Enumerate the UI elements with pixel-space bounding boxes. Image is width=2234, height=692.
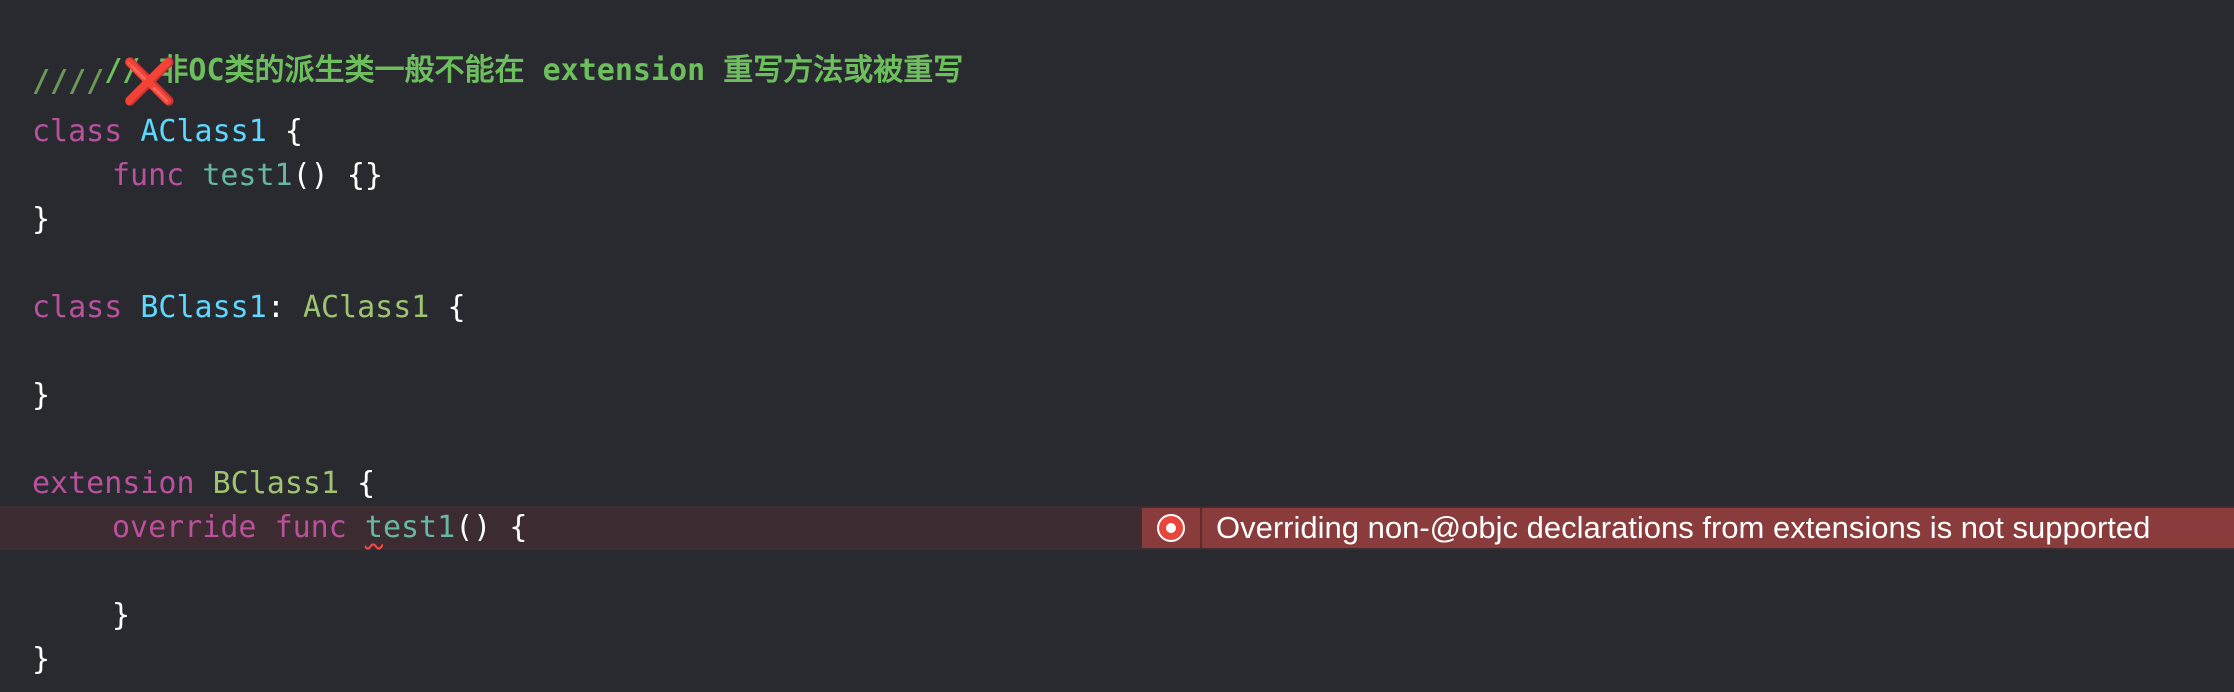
error-icon-dot xyxy=(1166,523,1176,533)
comment-text: // 非OC类的派生类一般不能在 extension 重写方法或被重写 xyxy=(104,53,964,88)
code-line-extension-close[interactable]: } xyxy=(32,638,50,682)
code-line-bclass-close[interactable]: } xyxy=(32,374,50,418)
error-stop-icon xyxy=(1157,514,1185,542)
keyword-extension: extension xyxy=(32,466,195,501)
close-brace: } xyxy=(112,598,131,633)
code-line-marker[interactable]: //// ❌ xyxy=(32,60,177,104)
code-line-comment[interactable]: // 非OC类的派生类一般不能在 extension 重写方法或被重写 xyxy=(32,5,963,88)
code-line-extension-decl[interactable]: extension BClass1 { xyxy=(32,462,375,506)
keyword-class: class xyxy=(32,114,123,149)
keyword-func: func xyxy=(274,510,347,545)
close-brace: } xyxy=(32,642,51,677)
class-name-aclass1: AClass1 xyxy=(140,114,267,149)
keyword-override: override xyxy=(112,510,257,545)
method-name-rest: est1 xyxy=(382,510,456,545)
code-editor[interactable]: // 非OC类的派生类一般不能在 extension 重写方法或被重写 ////… xyxy=(0,0,2234,692)
code-line-aclass-decl[interactable]: class AClass1 { xyxy=(32,110,303,154)
close-brace: } xyxy=(32,378,51,413)
code-line-aclass-close[interactable]: } xyxy=(32,198,50,242)
open-brace: { xyxy=(284,114,303,149)
inline-error-banner[interactable]: Overriding non-@objc declarations from e… xyxy=(1142,508,2234,548)
comment-slashes: //// xyxy=(32,64,105,99)
superclass-aclass1: AClass1 xyxy=(302,290,430,325)
error-message: Overriding non-@objc declarations from e… xyxy=(1216,510,2151,545)
colon: : xyxy=(266,290,285,325)
keyword-func: func xyxy=(112,158,185,193)
error-icon-container[interactable] xyxy=(1142,508,1202,548)
code-line-bclass-decl[interactable]: class BClass1: AClass1 { xyxy=(32,286,466,330)
close-brace: } xyxy=(32,202,51,237)
class-name-bclass1: BClass1 xyxy=(140,290,267,325)
extension-target-bclass1: BClass1 xyxy=(212,466,340,501)
method-name-first-char: t xyxy=(364,510,383,545)
empty-body: {} xyxy=(346,158,383,193)
keyword-class: class xyxy=(32,290,123,325)
open-brace: { xyxy=(509,510,528,545)
code-line-method-close[interactable]: } xyxy=(112,594,130,638)
open-brace: { xyxy=(447,290,466,325)
method-name-test1: test1 xyxy=(202,158,293,193)
open-brace: { xyxy=(357,466,376,501)
cross-mark-icon: ❌ xyxy=(122,56,178,108)
code-line-aclass-method[interactable]: func test1() {} xyxy=(112,154,383,198)
method-parens: () xyxy=(292,158,329,193)
code-line-override-method[interactable]: override func test1() { xyxy=(112,506,527,550)
method-parens: () xyxy=(455,510,492,545)
